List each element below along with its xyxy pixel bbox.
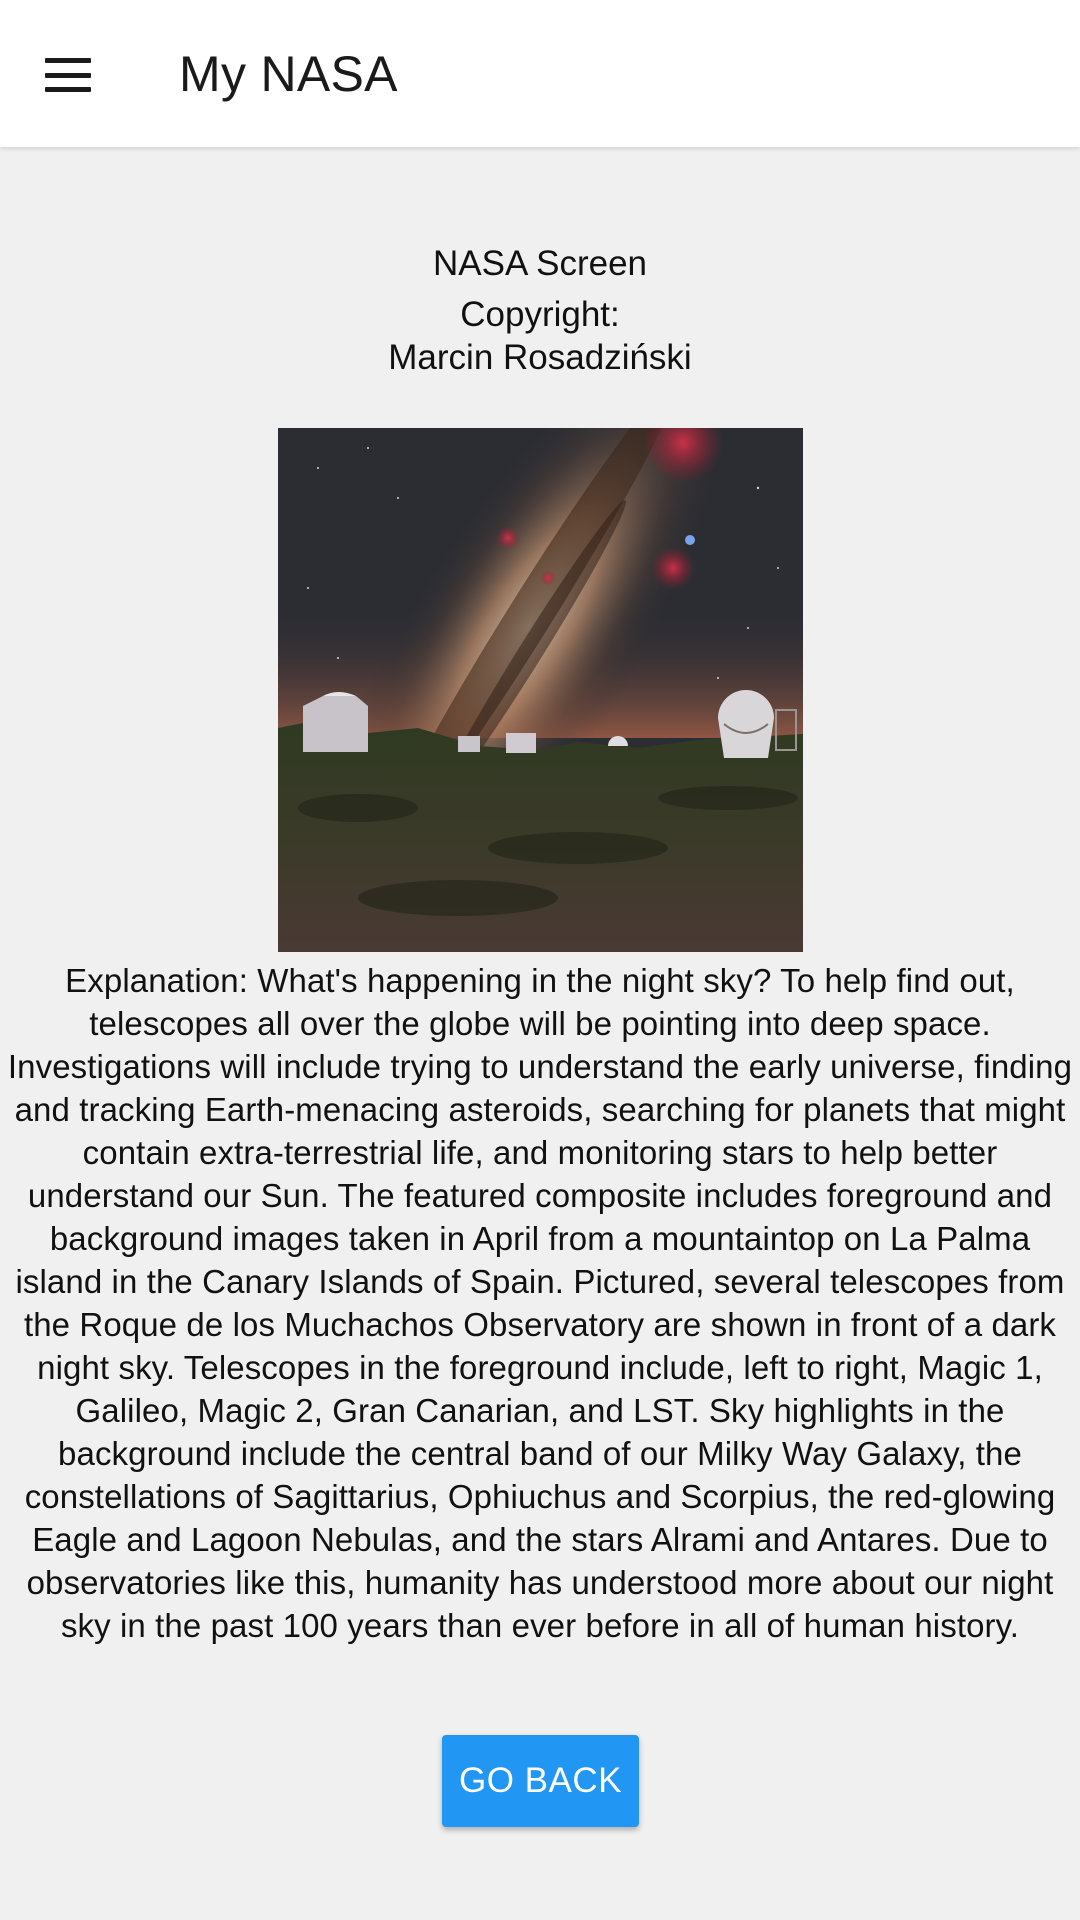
- hamburger-menu-icon: [45, 58, 91, 92]
- go-back-button[interactable]: GO BACK: [442, 1735, 639, 1827]
- app-bar: My NASA: [0, 0, 1080, 147]
- menu-button[interactable]: [30, 40, 106, 110]
- astronomy-photo: [278, 428, 803, 952]
- screen-title: NASA Screen: [433, 244, 647, 283]
- copyright-label: Copyright:: [460, 295, 620, 334]
- app-title: My NASA: [179, 46, 398, 102]
- copyright-name: Marcin Rosadziński: [388, 338, 692, 377]
- explanation-text: Explanation: What's happening in the nig…: [7, 962, 1073, 1644]
